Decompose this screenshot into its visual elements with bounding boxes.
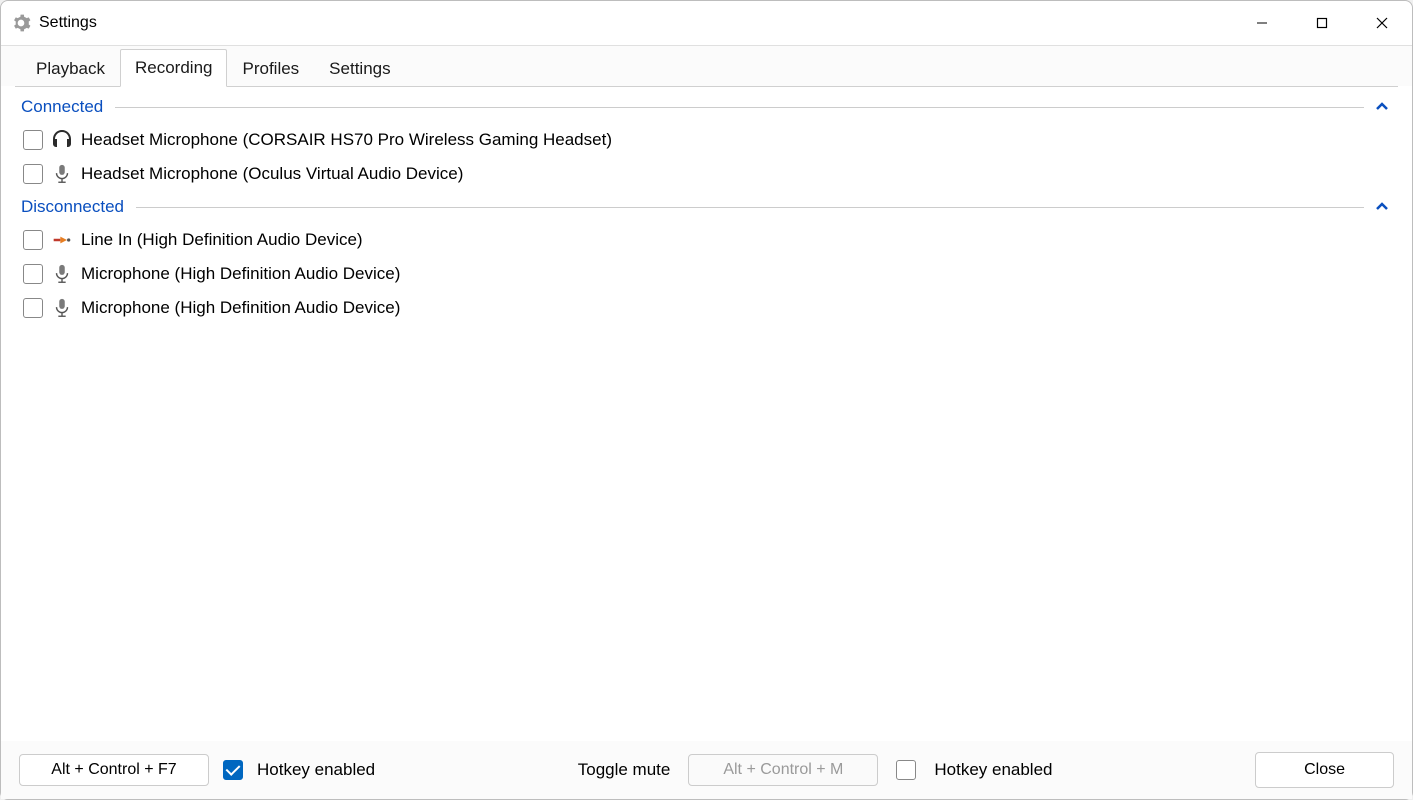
hotkey-input-1[interactable]: Alt + Control + F7 (19, 754, 209, 786)
device-checkbox[interactable] (23, 230, 43, 250)
group-header-disconnected[interactable]: Disconnected (21, 197, 1392, 217)
tab-bar: Playback Recording Profiles Settings (1, 46, 1412, 86)
device-row[interactable]: Microphone (High Definition Audio Device… (21, 257, 1392, 291)
chevron-up-icon[interactable] (1372, 99, 1392, 115)
hotkey-input-2[interactable]: Alt + Control + M (688, 754, 878, 786)
minimize-button[interactable] (1232, 1, 1292, 45)
connected-device-list: Headset Microphone (CORSAIR HS70 Pro Wir… (21, 123, 1392, 191)
gear-icon (11, 13, 31, 33)
maximize-button[interactable] (1292, 1, 1352, 45)
microphone-icon (49, 161, 75, 187)
device-row[interactable]: Headset Microphone (Oculus Virtual Audio… (21, 157, 1392, 191)
hotkey-enabled-label-2: Hotkey enabled (934, 760, 1052, 780)
device-row[interactable]: Headset Microphone (CORSAIR HS70 Pro Wir… (21, 123, 1392, 157)
tab-profiles[interactable]: Profiles (227, 50, 314, 87)
device-label: Microphone (High Definition Audio Device… (81, 264, 400, 284)
line-in-icon (49, 227, 75, 253)
close-window-button[interactable] (1352, 1, 1412, 45)
group-divider (115, 107, 1364, 108)
device-label: Line In (High Definition Audio Device) (81, 230, 363, 250)
disconnected-device-list: Line In (High Definition Audio Device) M… (21, 223, 1392, 325)
window-title: Settings (39, 14, 1232, 32)
device-label: Headset Microphone (Oculus Virtual Audio… (81, 164, 463, 184)
device-checkbox[interactable] (23, 264, 43, 284)
tab-settings[interactable]: Settings (314, 50, 405, 87)
device-checkbox[interactable] (23, 130, 43, 150)
hotkey-enabled-checkbox-1[interactable] (223, 760, 243, 780)
device-label: Microphone (High Definition Audio Device… (81, 298, 400, 318)
tab-recording[interactable]: Recording (120, 49, 228, 87)
settings-window: Settings Playback Recording Profiles Set… (0, 0, 1413, 800)
close-button[interactable]: Close (1255, 752, 1394, 788)
device-checkbox[interactable] (23, 298, 43, 318)
chevron-up-icon[interactable] (1372, 199, 1392, 215)
headset-icon (49, 127, 75, 153)
titlebar: Settings (1, 1, 1412, 46)
footer-bar: Alt + Control + F7 Hotkey enabled Toggle… (1, 741, 1412, 799)
device-row[interactable]: Microphone (High Definition Audio Device… (21, 291, 1392, 325)
microphone-icon (49, 295, 75, 321)
microphone-icon (49, 261, 75, 287)
group-divider (136, 207, 1364, 208)
group-header-connected[interactable]: Connected (21, 97, 1392, 117)
hotkey-enabled-label-1: Hotkey enabled (257, 760, 375, 780)
group-label: Disconnected (21, 197, 128, 217)
device-label: Headset Microphone (CORSAIR HS70 Pro Wir… (81, 130, 612, 150)
tab-playback[interactable]: Playback (21, 50, 120, 87)
group-label: Connected (21, 97, 107, 117)
device-row[interactable]: Line In (High Definition Audio Device) (21, 223, 1392, 257)
toggle-mute-label: Toggle mute (578, 760, 671, 780)
hotkey-enabled-checkbox-2[interactable] (896, 760, 916, 780)
device-checkbox[interactable] (23, 164, 43, 184)
tab-content: Connected Headset Microphone (CORSAIR HS… (15, 86, 1398, 741)
window-controls (1232, 1, 1412, 45)
